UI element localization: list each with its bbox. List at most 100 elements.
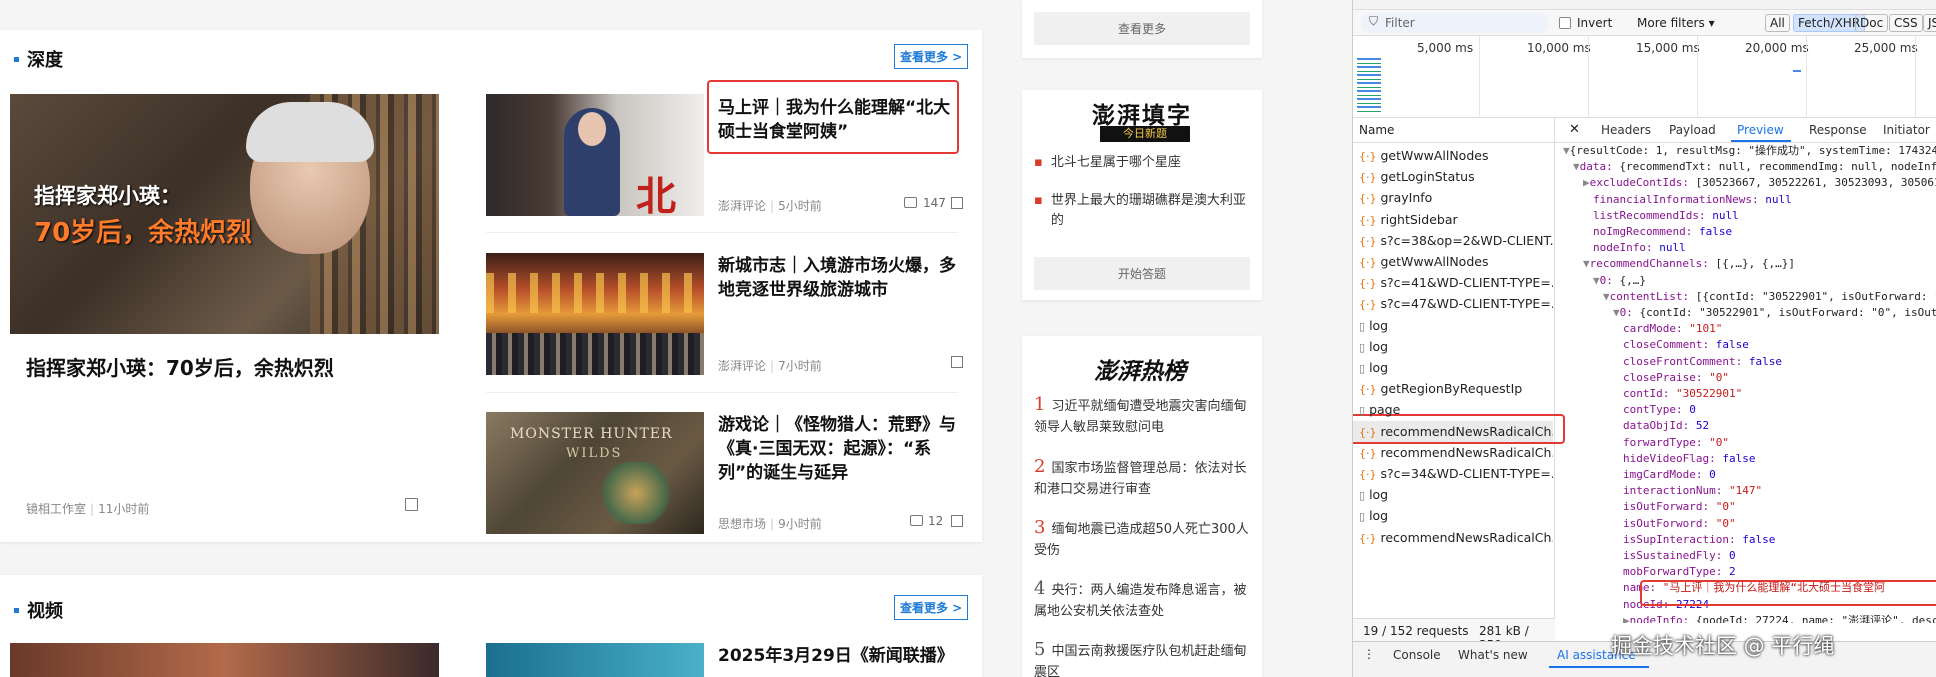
json-line[interactable]: hideVideoFlag: false xyxy=(1623,451,1755,467)
request-row[interactable]: {·} grayInfo xyxy=(1353,187,1553,208)
json-line[interactable]: isOutForword: "0" xyxy=(1623,516,1736,532)
request-row[interactable]: {·} getWwwAllNodes xyxy=(1353,251,1553,272)
video-thumb-2[interactable] xyxy=(486,643,704,677)
filter-icon: ⛉ xyxy=(1369,14,1379,28)
news-source-1[interactable]: 澎湃评论 xyxy=(718,199,766,213)
tab-initiator[interactable]: Initiator xyxy=(1883,123,1930,137)
deep-more-button[interactable]: 查看更多 > xyxy=(894,44,969,69)
puzzle-question-1[interactable]: ▪ 北斗七星属于哪个星座 xyxy=(1034,153,1254,173)
document-icon: ▯ xyxy=(1359,404,1366,418)
share-icon[interactable] xyxy=(951,356,963,368)
json-line[interactable]: isSupInteraction: false xyxy=(1623,532,1775,548)
more-filters-dropdown[interactable]: More filters ▾ xyxy=(1637,16,1715,30)
video-more-button[interactable]: 查看更多 > xyxy=(894,595,969,620)
json-line[interactable]: ▼{resultCode: 1, resultMsg: "操作成功", syst… xyxy=(1563,143,1936,159)
hot-item-1[interactable]: 1 习近平就缅甸遭受地震灾害向缅甸领导人敏昂莱致慰问电 xyxy=(1034,394,1254,438)
json-line[interactable]: listRecommendIds: null xyxy=(1593,208,1739,224)
hot-item-5[interactable]: 5 中国云南救援医疗队包机赶赴缅甸震区 xyxy=(1034,639,1254,677)
request-row[interactable]: ▯ log xyxy=(1353,484,1553,505)
type-button-all[interactable]: All xyxy=(1765,14,1790,32)
type-button-css[interactable]: CSS xyxy=(1889,14,1923,32)
request-row[interactable]: {·} recommendNewsRadicalCh... xyxy=(1353,420,1553,442)
request-row[interactable]: {·} getRegionByRequestIp xyxy=(1353,378,1553,399)
lead-source[interactable]: 镜相工作室 xyxy=(26,502,86,516)
share-icon[interactable] xyxy=(405,498,418,511)
json-line[interactable]: contType: 0 xyxy=(1623,402,1696,418)
request-row[interactable]: ▯ page xyxy=(1353,399,1553,420)
video-item-title[interactable]: 2025年3月29日《新闻联播》 xyxy=(718,644,968,668)
puzzle-question-2[interactable]: ▪ 世界上最大的珊瑚礁群是澳大利亚的 xyxy=(1034,191,1254,231)
request-row[interactable]: ▯ log xyxy=(1353,505,1553,526)
news-title-3[interactable]: 游戏论｜《怪物猎人：荒野》与《真·三国无双：起源》：“系列”的诞生与延异 xyxy=(718,413,963,485)
json-line[interactable]: ▼recommendChannels: [{,…}, {,…}] xyxy=(1583,256,1795,272)
json-line[interactable]: imgCardMode: 0 xyxy=(1623,467,1716,483)
top-view-more-button[interactable]: 查看更多 xyxy=(1034,12,1250,45)
request-row[interactable]: {·} rightSidebar xyxy=(1353,209,1553,230)
news-source-3[interactable]: 思想市场 xyxy=(718,517,766,531)
json-line[interactable]: ▼contentList: [{contId: "30522901", isOu… xyxy=(1603,289,1936,305)
filter-input[interactable]: ⛉ Filter xyxy=(1361,13,1549,33)
json-line[interactable]: cardMode: "101" xyxy=(1623,321,1722,337)
request-name: getWwwAllNodes xyxy=(1380,148,1489,163)
json-line[interactable]: mobForwardType: 2 xyxy=(1623,564,1736,580)
request-row[interactable]: {·} s?c=47&WD-CLIENT-TYPE=... xyxy=(1353,293,1553,314)
tab-payload[interactable]: Payload xyxy=(1669,123,1716,137)
type-button-js[interactable]: JS xyxy=(1923,14,1936,32)
json-line[interactable]: contId: "30522901" xyxy=(1623,386,1742,402)
json-line[interactable]: dataObjId: 52 xyxy=(1623,418,1709,434)
json-line[interactable]: closeComment: false xyxy=(1623,337,1749,353)
json-line[interactable]: forwardType: "0" xyxy=(1623,435,1729,451)
json-line[interactable]: ▶excludeContIds: [30523667, 30522261, 30… xyxy=(1583,175,1936,191)
request-row[interactable]: {·} s?c=41&WD-CLIENT-TYPE=... xyxy=(1353,272,1553,293)
json-line[interactable]: ▼0: {contId: "30522901", isOutForward: "… xyxy=(1613,305,1936,321)
news-title-2[interactable]: 新城市志｜入境游市场火爆，多地竞逐世界级旅游城市 xyxy=(718,254,963,302)
news-source-2[interactable]: 澎湃评论 xyxy=(718,359,766,373)
drawer-tab-whats-new[interactable]: What's new xyxy=(1458,648,1528,662)
hot-item-2[interactable]: 2 国家市场监督管理总局：依法对长和港口交易进行审查 xyxy=(1034,456,1254,500)
request-row[interactable]: {·} recommendNewsRadicalCh... xyxy=(1353,442,1553,463)
comment-icon[interactable] xyxy=(910,515,923,526)
request-row[interactable]: {·} s?c=34&WD-CLIENT-TYPE=... xyxy=(1353,463,1553,484)
drawer-tab-console[interactable]: Console xyxy=(1393,648,1441,662)
video-thumb-1[interactable] xyxy=(10,643,439,677)
request-row[interactable]: {·} getLoginStatus xyxy=(1353,166,1553,187)
request-row[interactable]: ▯ log xyxy=(1353,315,1553,336)
request-row[interactable]: {·} getWwwAllNodes xyxy=(1353,145,1553,166)
invert-checkbox[interactable] xyxy=(1559,17,1571,29)
timeline-overview[interactable]: 5,000 ms 10,000 ms 15,000 ms 20,000 ms 2… xyxy=(1353,36,1936,118)
comment-icon[interactable] xyxy=(904,197,917,208)
news-thumb-2[interactable] xyxy=(486,253,704,375)
news-thumb-1[interactable]: 北 xyxy=(486,94,704,216)
share-icon[interactable] xyxy=(951,515,963,527)
news-thumb-3[interactable]: MONSTER HUNTER WILDS xyxy=(486,412,704,534)
json-line[interactable]: ▼data: {recommendTxt: null, recommendImg… xyxy=(1573,159,1936,175)
close-icon[interactable]: ✕ xyxy=(1569,122,1580,137)
request-row[interactable]: {·} recommendNewsRadicalCh... xyxy=(1353,527,1553,548)
start-answer-button[interactable]: 开始答题 xyxy=(1034,257,1250,290)
request-row[interactable]: {·} s?c=38&op=2&WD-CLIENT... xyxy=(1353,230,1553,251)
json-line[interactable]: financialInformationNews: null xyxy=(1593,192,1792,208)
json-line[interactable]: closeFrontComment: false xyxy=(1623,354,1782,370)
json-line[interactable]: ▶nodeInfo: {nodeId: 27224, name: "澎湃评论",… xyxy=(1623,613,1936,623)
json-line[interactable]: noImgRecommend: false xyxy=(1593,224,1732,240)
request-row[interactable]: ▯ log xyxy=(1353,336,1553,357)
json-line[interactable]: nodeInfo: null xyxy=(1593,240,1686,256)
json-line[interactable]: closePraise: "0" xyxy=(1623,370,1729,386)
name-column-header[interactable]: Name xyxy=(1359,123,1394,137)
json-line[interactable]: ▼0: {,…} xyxy=(1593,273,1646,289)
drawer-menu-icon[interactable]: ⋮ xyxy=(1363,647,1375,661)
json-line[interactable]: isSustainedFly: 0 xyxy=(1623,548,1736,564)
hot-item-4[interactable]: 4 央行：两人编造发布降息谣言，被属地公安机关依法查处 xyxy=(1034,578,1254,622)
creature-decor xyxy=(596,462,676,524)
lead-title[interactable]: 指挥家郑小瑛：70岁后，余热炽烈 xyxy=(26,354,426,382)
type-button-doc[interactable]: Doc xyxy=(1855,14,1889,32)
tab-response[interactable]: Response xyxy=(1809,123,1867,137)
json-line[interactable]: interactionNum: "147" xyxy=(1623,483,1762,499)
request-row[interactable]: ▯ log xyxy=(1353,357,1553,378)
hot-item-3[interactable]: 3 缅甸地震已造成超50人死亡300人受伤 xyxy=(1034,517,1254,561)
lead-image[interactable]: 指挥家郑小瑛： 70岁后，余热炽烈 xyxy=(10,94,439,334)
tab-preview[interactable]: Preview xyxy=(1737,123,1784,137)
json-line[interactable]: isOutForward: "0" xyxy=(1623,499,1736,515)
share-icon[interactable] xyxy=(951,197,963,209)
tab-headers[interactable]: Headers xyxy=(1601,123,1651,137)
